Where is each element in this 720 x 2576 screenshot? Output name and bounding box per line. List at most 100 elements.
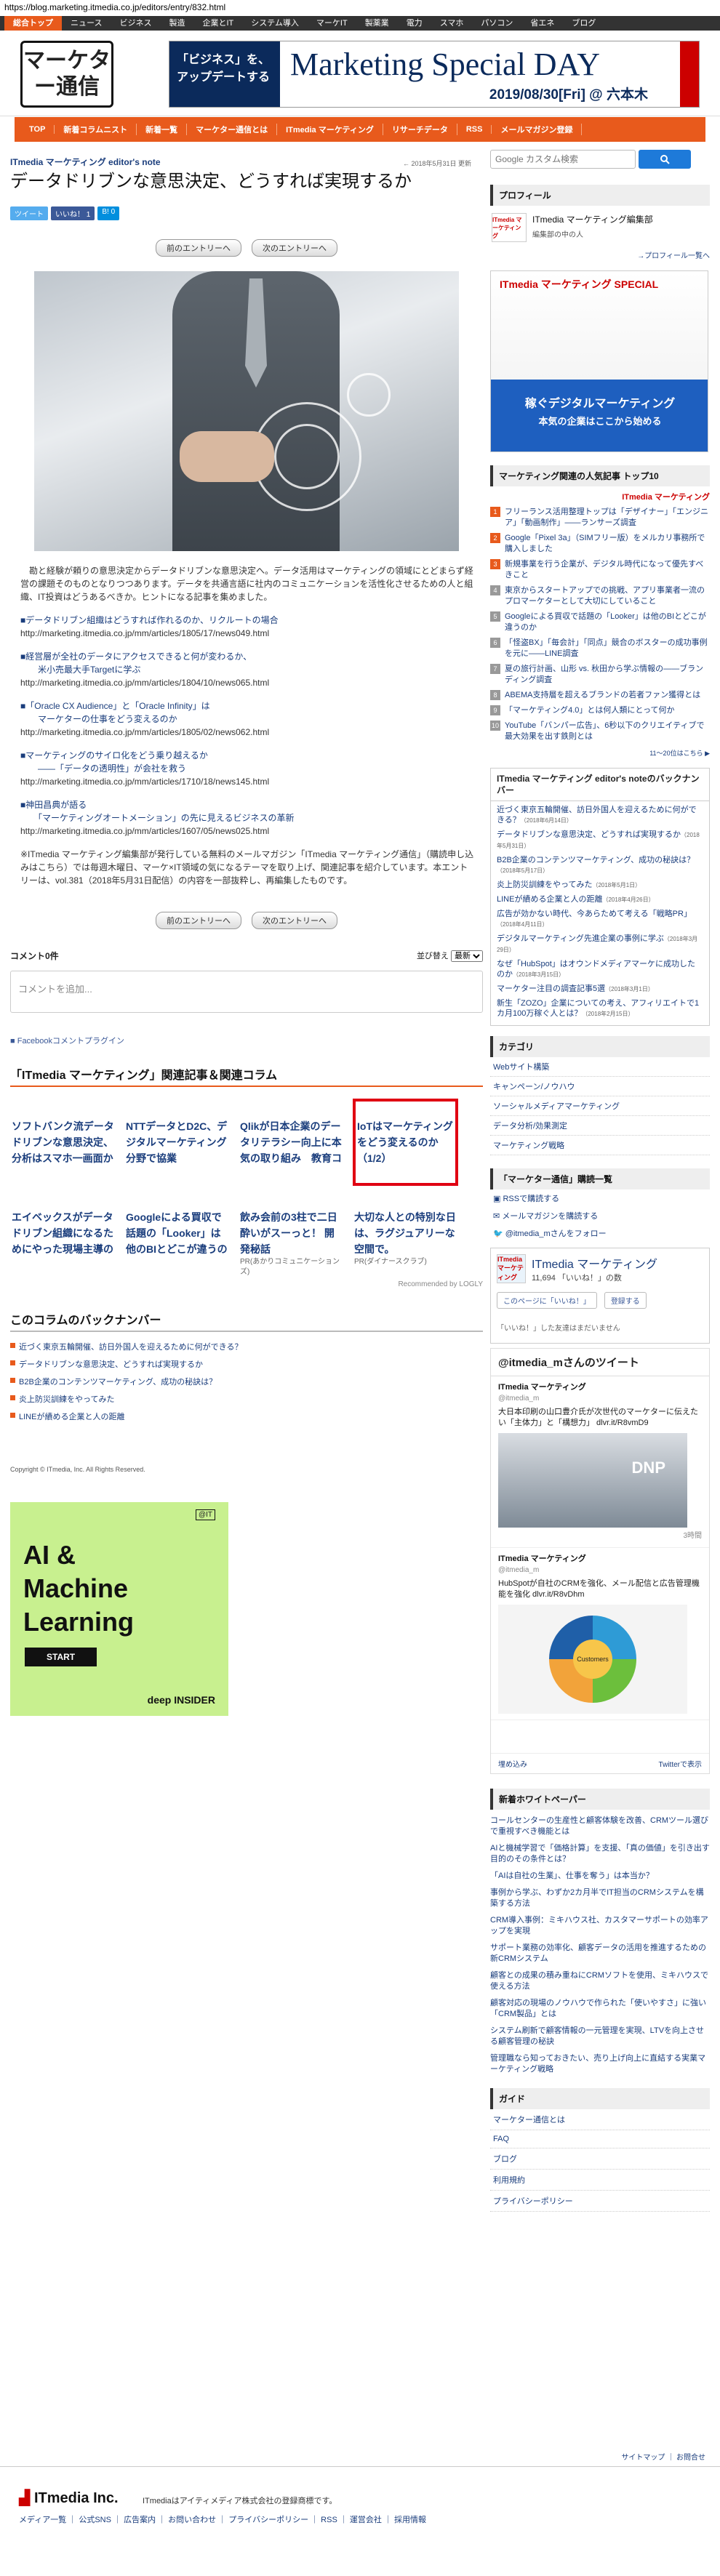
subscribe-item[interactable]: 🐦 @itmedia_mさんをフォロー [490, 1224, 710, 1242]
article-link-title[interactable]: ■マーケティングのサイロ化をどう乗り越えるか ――「データの透明性」が会社を救う [20, 749, 476, 775]
guide-item[interactable]: ブログ [490, 2148, 710, 2170]
ranking-item[interactable]: 6 「怪盗BX」「毎会計」「同点」競合のボスターの成功事例を元に――LINE調査 [490, 638, 710, 659]
hatena-button[interactable]: B! 0 [97, 206, 120, 220]
backnumber-item[interactable]: B2B企業のコンテンツマーケティング、成功の秘訣は？ [10, 1376, 483, 1387]
whitepaper-item[interactable]: AIと機械学習で「価格計算」を支援、「真の価値」を引き出す目的のその条件とは？ [490, 1843, 710, 1865]
editor-backnumber-item[interactable]: 炎上防災訓練をやってみた（2018年5月1日） [491, 876, 709, 891]
whitepaper-item[interactable]: システム刷新で顧客情報の一元管理を実現、LTVを向上させる顧客管理の秘訣 [490, 2026, 710, 2047]
category-item[interactable]: ソーシャルメディアマーケティング [490, 1096, 710, 1116]
comment-input[interactable]: コメントを追加... [10, 971, 483, 1013]
subscribe-item[interactable]: ✉ メールマガジンを購読する [490, 1207, 710, 1224]
topnav-item[interactable]: 製造 [160, 16, 193, 31]
article-link-title[interactable]: ■経営層が全社のデータにアクセスできると何が変わるか、 米小売最大手Target… [20, 650, 476, 676]
recommended-by[interactable]: Recommended by LOGLY [10, 1280, 483, 1288]
category-item[interactable]: Webサイト構築 [490, 1057, 710, 1077]
related-card[interactable]: エイベックスがデータドリブン組織になるためにやった現場主導の [10, 1208, 116, 1277]
whitepaper-item[interactable]: 管理職なら知っておきたい、売り上げ向上に直結する実業マーケティング戦略 [490, 2053, 710, 2075]
profile-list-link[interactable]: →プロフィール一覧へ [490, 249, 710, 260]
footer-links[interactable]: メディア一覧 ｜ 公式SNS ｜ 広告案内 ｜ お問い合わせ ｜ プライバシーポ… [19, 2513, 426, 2525]
related-card[interactable]: Qlikが日本企業のデータリテラシー向上に本気の取り組み 教育コ [239, 1099, 344, 1186]
whitepaper-item[interactable]: CRM導入事例：ミキハウス社、カスタマーサポートの効率アップを実現 [490, 1915, 710, 1937]
search-input[interactable] [490, 150, 636, 169]
article-link-title[interactable]: ■「Oracle CX Audience」と「Oracle Infinity」は… [20, 699, 476, 726]
topnav-item[interactable]: 企業とIT [193, 16, 242, 31]
ranking-item[interactable]: 4 東京からスタートアップでの挑戦、アプリ事業者一流のプロマーケターとして大切にし… [490, 585, 710, 607]
next-entry-button[interactable]: 次のエントリーへ [252, 912, 337, 929]
site-nav-item[interactable]: TOP [20, 125, 55, 134]
site-nav-item[interactable]: ITmedia マーケティング [277, 124, 383, 135]
whitepaper-item[interactable]: 「AIは自社の生業」、仕事を奪う」は本当か？ [490, 1871, 710, 1882]
article-link-title[interactable]: ■神田昌典が語る 「マーケティングオートメーション」の先に見えるビジネスの革新 [20, 798, 476, 824]
itmedia-logo[interactable]: ▟ ITmedia Inc. [19, 2489, 119, 2507]
fb-page-name[interactable]: ITmedia マーケティング [532, 1254, 657, 1272]
ranking-item[interactable]: 9 「マーケティング4.0」とは何人類にとって何か [490, 705, 710, 716]
tweet-user[interactable]: ITmedia マーケティング [498, 1382, 702, 1393]
embed-link[interactable]: 埋め込み [498, 1758, 527, 1769]
topnav-item[interactable]: 製薬業 [356, 16, 398, 31]
tweet-button[interactable]: ツイート [10, 206, 48, 220]
view-on-twitter-link[interactable]: Twitterで表示 [659, 1758, 702, 1769]
whitepaper-item[interactable]: 顧客との成果の積み重ねにCRMソフトを使用、ミキハウスで使える方法 [490, 1970, 710, 1992]
category-item[interactable]: キャンペーン/ノウハウ [490, 1077, 710, 1096]
backnumber-item[interactable]: データドリブンな意思決定、どうすれば実現するか [10, 1358, 483, 1370]
bottom-ad-start-button[interactable]: START [25, 1648, 97, 1666]
related-card[interactable]: IoTはマーケティングをどう変えるのか（1/2） [353, 1099, 458, 1186]
article-link-url[interactable]: http://marketing.itmedia.co.jp/mm/articl… [20, 627, 476, 640]
topnav-item[interactable]: 総合トップ [4, 16, 62, 31]
whitepaper-item[interactable]: コールセンターの生産性と顧客体験を改善、CRMツール選びで重視すべき機能とは [490, 1815, 710, 1837]
address-bar[interactable]: https://blog.marketing.itmedia.co.jp/edi… [0, 0, 720, 16]
article-link-url[interactable]: http://marketing.itmedia.co.jp/mm/articl… [20, 824, 476, 838]
related-card[interactable]: Googleによる買収で話題の「Looker」は他のBIとどこが違うの [124, 1208, 230, 1277]
backnumber-item[interactable]: 炎上防災訓練をやってみた [10, 1393, 483, 1405]
editor-backnumber-item[interactable]: マーケター注目の調査記事5選（2018年3月1日） [491, 980, 709, 995]
category-item[interactable]: マーケティング戦略 [490, 1136, 710, 1155]
editor-backnumber-item[interactable]: 新生「ZOZO」企業についての考え、アフィリエイトで1カ月100万稼ぐ人とは？（… [491, 995, 709, 1019]
site-nav-item[interactable]: 新着一覧 [137, 124, 188, 135]
profile-name[interactable]: ITmedia マーケティング編集部 [532, 213, 653, 225]
bottom-ad[interactable]: @IT AI & Machine Learning START deep INS… [10, 1502, 228, 1716]
topnav-item[interactable]: マーケIT [308, 16, 356, 31]
site-nav-item[interactable]: リサーチデータ [383, 124, 457, 135]
editor-backnumber-item[interactable]: LINEが績める企業と人の距離（2018年4月26日） [491, 891, 709, 905]
guide-item[interactable]: FAQ [490, 2130, 710, 2148]
topnav-item[interactable]: ビジネス [111, 16, 160, 31]
search-button[interactable] [639, 150, 691, 169]
whitepaper-item[interactable]: 事例から学ぶ、わずか2カ月半でIT担当のCRMシステムを構築する方法 [490, 1887, 710, 1909]
site-nav-item[interactable]: RSS [457, 125, 492, 134]
tweet[interactable]: ITmedia マーケティング @itmedia_m HubSpotが自社のCR… [491, 1548, 709, 1720]
site-nav-item[interactable]: 新着コラムニスト [55, 124, 137, 135]
profile-avatar[interactable]: ITmedia マーケティング [492, 213, 527, 242]
ranking-item[interactable]: 5 Googleによる買収で話題の「Looker」は他のBIとどこが違うのか [490, 611, 710, 633]
topnav-item[interactable]: ブログ [563, 16, 604, 31]
related-card[interactable]: 飲み会前の3柱で二日酔いがスーっと！ 開発秘話 PR(あかりコミュニケーションズ) [239, 1208, 344, 1277]
ranking-item[interactable]: 10 YouTube「バンパー広告」、6秒以下のクリエイティブで最大効果を出す鉄則… [490, 721, 710, 742]
guide-item[interactable]: プライバシーポリシー [490, 2191, 710, 2212]
editor-backnumber-item[interactable]: なぜ「HubSpot」はオウンドメディアマーケに成功したのか（2018年3月15… [491, 955, 709, 980]
topnav-item[interactable]: ニュース [62, 16, 111, 31]
ranking-item[interactable]: 1 フリーランス活用整理トップは「デザイナー」「エンジニア」「動画制作」――ランサ… [490, 507, 710, 529]
sidebar-ad[interactable]: ITmedia マーケティング SPECIAL 稼ぐデジタルマーケティング 本気… [490, 270, 708, 452]
prev-entry-button[interactable]: 前のエントリーへ [156, 239, 241, 257]
ranking-item[interactable]: 8 ABEMA支持層を超えるブランドの若者ファン獲得とは [490, 690, 710, 701]
topnav-item[interactable]: パソコン [472, 16, 521, 31]
prev-entry-button[interactable]: 前のエントリーへ [156, 912, 241, 929]
tweet[interactable]: ITmedia マーケティング @itmedia_m 大日本印刷の山口豊介氏が次… [491, 1376, 709, 1548]
related-card[interactable]: NTTデータとD2C、デジタルマーケティング分野で協業 [124, 1099, 230, 1186]
tweet-image[interactable]: Customers [498, 1605, 687, 1714]
guide-item[interactable]: 利用規約 [490, 2170, 710, 2191]
ranking-item[interactable]: 3 新規事業を行う企業が、デジタル時代になって優先すべきこと [490, 559, 710, 581]
article-link-title[interactable]: ■データドリブン組織はどうすれば作れるのか、リクルートの場合 [20, 614, 476, 627]
guide-item[interactable]: マーケター通信とは [490, 2109, 710, 2130]
editor-backnumber-item[interactable]: デジタルマーケティング先進企業の事例に学ぶ（2018年3月29日） [491, 930, 709, 955]
related-card[interactable]: 大切な人との特別な日は、ラグジュアリーな空間で。 PR(ダイナースクラブ) [353, 1208, 458, 1277]
related-card[interactable]: ソフトバンク流データドリブンな意思決定、分析はスマホ一画面か [10, 1099, 116, 1186]
ranking-item[interactable]: 2 Google「Pixel 3a」（SIMフリー版）をメルカリ事務所で購入しまし… [490, 533, 710, 555]
fb-page-avatar[interactable]: ITmedia マーケティング [497, 1254, 526, 1283]
tweet-image[interactable]: DNP [498, 1433, 687, 1528]
ranking-item[interactable]: 7 夏の旅行計画、山形 vs. 秋田から学ぶ情報の――ブランディング調査 [490, 664, 710, 686]
article-link-url[interactable]: http://marketing.itmedia.co.jp/mm/articl… [20, 676, 476, 689]
topnav-item[interactable]: システム導入 [242, 16, 308, 31]
editor-backnumber-item[interactable]: 広告が効かない時代、今あらためて考える「戦略PR」 （2018年4月11日） [491, 905, 709, 930]
like-button[interactable]: いいね！ 1 [51, 206, 95, 220]
backnumber-item[interactable]: LINEが績める企業と人の距離 [10, 1411, 483, 1422]
